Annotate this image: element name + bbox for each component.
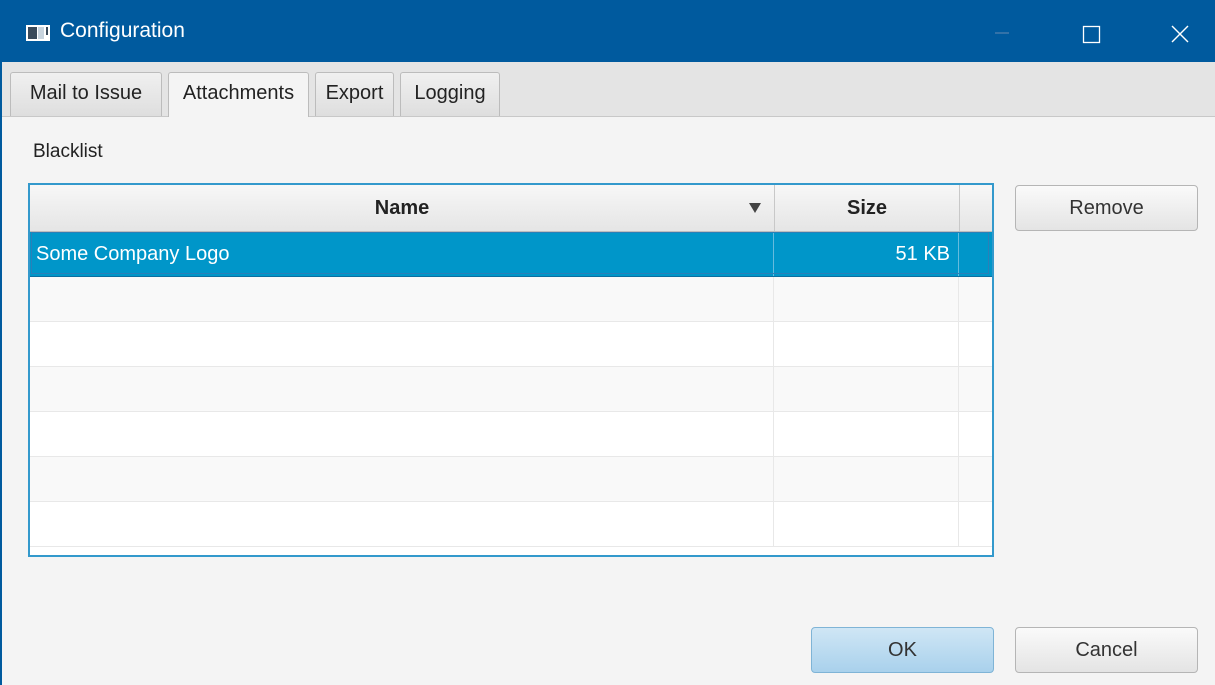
minimize-icon bbox=[995, 32, 1009, 34]
empty-cell bbox=[30, 457, 774, 501]
empty-cell bbox=[30, 322, 774, 366]
cell-size: 51 KB bbox=[775, 232, 959, 276]
blacklist-label: Blacklist bbox=[33, 141, 103, 162]
tab-mail-to-issue[interactable]: Mail to Issue bbox=[10, 72, 162, 116]
tab-attachments[interactable]: Attachments bbox=[168, 72, 309, 117]
empty-cell bbox=[775, 277, 959, 321]
table-row[interactable]: Some Company Logo 51 KB bbox=[30, 232, 992, 277]
empty-row bbox=[30, 412, 992, 457]
minimize-button[interactable] bbox=[957, 0, 1047, 62]
empty-cell bbox=[775, 412, 959, 456]
empty-row bbox=[30, 322, 992, 367]
empty-cell bbox=[30, 367, 774, 411]
close-button[interactable] bbox=[1135, 0, 1215, 62]
empty-cell bbox=[775, 367, 959, 411]
maximize-button[interactable] bbox=[1046, 0, 1136, 62]
empty-row bbox=[30, 277, 992, 322]
title-bar[interactable]: Configuration bbox=[0, 0, 1215, 62]
empty-cell bbox=[775, 457, 959, 501]
close-icon bbox=[1171, 25, 1189, 43]
tab-bar: Mail to Issue Attachments Export Logging bbox=[2, 62, 1215, 117]
column-header-filler bbox=[960, 185, 992, 231]
cancel-button[interactable]: Cancel bbox=[1015, 627, 1198, 673]
column-header-name[interactable]: Name bbox=[30, 185, 775, 231]
column-header-size[interactable]: Size bbox=[775, 185, 960, 231]
column-header-name-label: Name bbox=[374, 197, 430, 219]
empty-cell bbox=[775, 322, 959, 366]
column-header-size-label: Size bbox=[846, 197, 888, 219]
maximize-icon bbox=[1082, 25, 1101, 44]
empty-row bbox=[30, 502, 992, 547]
empty-row bbox=[30, 457, 992, 502]
ok-button[interactable]: OK bbox=[811, 627, 994, 673]
app-window-icon bbox=[26, 25, 50, 41]
empty-cell bbox=[775, 502, 959, 546]
tab-logging[interactable]: Logging bbox=[400, 72, 500, 116]
remove-button[interactable]: Remove bbox=[1015, 185, 1198, 231]
empty-cell bbox=[30, 502, 774, 546]
sort-down-arrow-icon bbox=[749, 203, 761, 213]
empty-cell bbox=[30, 277, 774, 321]
empty-cell bbox=[30, 412, 774, 456]
tab-export[interactable]: Export bbox=[315, 72, 394, 116]
cell-name: Some Company Logo bbox=[30, 232, 774, 276]
window-left-border bbox=[0, 62, 2, 685]
configuration-window: Configuration Mail to Issue Attachments … bbox=[0, 0, 1215, 685]
window-title: Configuration bbox=[60, 19, 185, 42]
blacklist-table[interactable]: Name Size Some Company Logo 51 KB bbox=[28, 183, 994, 557]
empty-row bbox=[30, 367, 992, 412]
table-header: Name Size bbox=[30, 185, 992, 232]
